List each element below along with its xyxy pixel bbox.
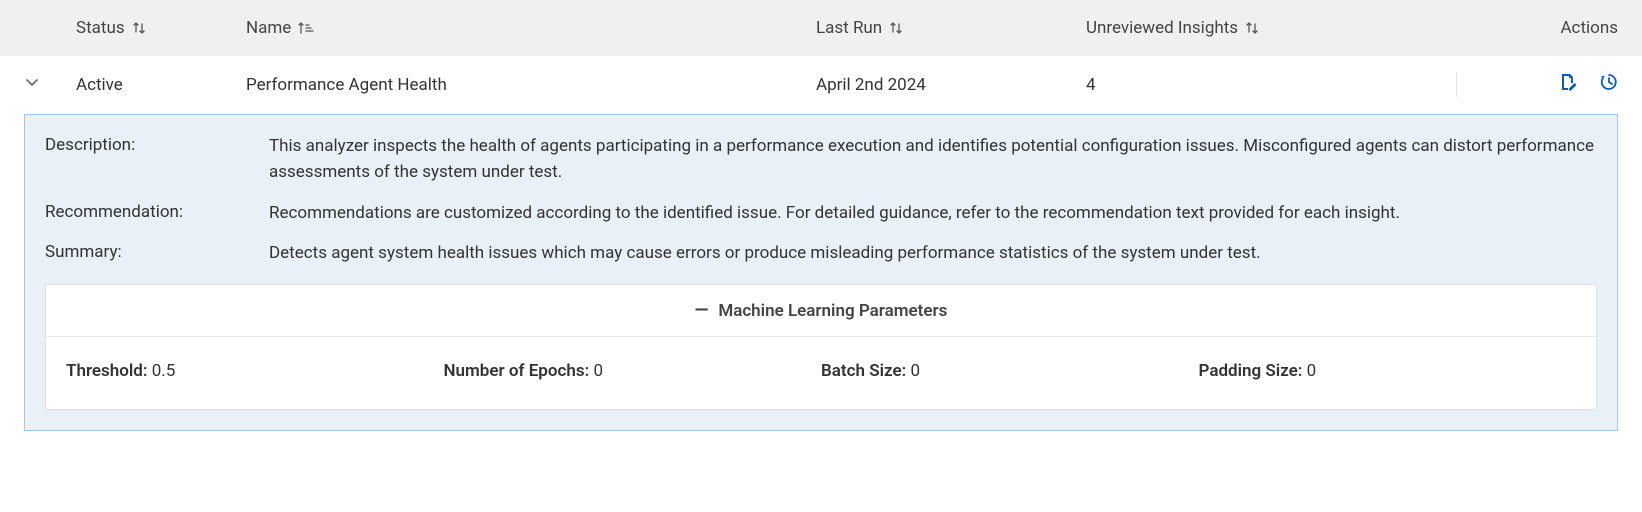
- table-header-row: Status Name Last Run: [0, 0, 1642, 56]
- detail-summary-value: Detects agent system health issues which…: [269, 240, 1597, 266]
- column-header-status[interactable]: Status: [76, 18, 246, 38]
- detail-description-value: This analyzer inspects the health of age…: [269, 133, 1597, 186]
- column-header-last-run-label: Last Run: [816, 18, 882, 38]
- history-button[interactable]: [1598, 72, 1618, 97]
- edit-button[interactable]: [1558, 72, 1578, 97]
- ml-batch-label: Batch Size:: [821, 361, 906, 381]
- detail-summary-label: Summary:: [45, 240, 269, 262]
- ml-batch-value: 0: [910, 361, 920, 381]
- ml-epochs-label: Number of Epochs:: [444, 361, 590, 381]
- ml-param-epochs: Number of Epochs: 0: [444, 361, 822, 381]
- ml-epochs-value: 0: [593, 361, 603, 381]
- ml-padding-label: Padding Size:: [1199, 361, 1303, 381]
- cell-name: Performance Agent Health: [246, 75, 816, 95]
- sort-asc-icon: [297, 20, 315, 36]
- table-row: Active Performance Agent Health April 2n…: [0, 56, 1642, 114]
- ml-panel-title: Machine Learning Parameters: [718, 301, 947, 321]
- column-header-name[interactable]: Name: [246, 18, 816, 38]
- ml-param-padding: Padding Size: 0: [1199, 361, 1577, 381]
- history-icon: [1598, 72, 1618, 97]
- edit-document-icon: [1558, 72, 1578, 97]
- ml-padding-value: 0: [1307, 361, 1317, 381]
- detail-description-row: Description: This analyzer inspects the …: [45, 133, 1597, 186]
- actions-cell: [1456, 72, 1618, 97]
- detail-recommendation-row: Recommendation: Recommendations are cust…: [45, 200, 1597, 226]
- column-header-insights[interactable]: Unreviewed Insights: [1086, 18, 1456, 38]
- chevron-down-icon: [24, 74, 40, 95]
- detail-recommendation-label: Recommendation:: [45, 200, 269, 222]
- cell-insights: 4: [1086, 75, 1456, 95]
- ml-panel-body: Threshold: 0.5 Number of Epochs: 0 Batch…: [46, 337, 1596, 409]
- collapse-icon: —: [695, 300, 709, 321]
- ml-threshold-value: 0.5: [152, 361, 176, 381]
- column-header-name-label: Name: [246, 18, 291, 38]
- detail-recommendation-value: Recommendations are customized according…: [269, 200, 1597, 226]
- sort-updown-icon: [1244, 20, 1260, 36]
- expand-row-button[interactable]: [24, 74, 40, 95]
- sort-updown-icon: [888, 20, 904, 36]
- ml-param-batch: Batch Size: 0: [821, 361, 1199, 381]
- ml-panel-header[interactable]: — Machine Learning Parameters: [46, 285, 1596, 337]
- ml-param-threshold: Threshold: 0.5: [66, 361, 444, 381]
- column-header-status-label: Status: [76, 18, 125, 38]
- ml-parameters-panel: — Machine Learning Parameters Threshold:…: [45, 284, 1597, 410]
- column-header-last-run[interactable]: Last Run: [816, 18, 1086, 38]
- detail-summary-row: Summary: Detects agent system health iss…: [45, 240, 1597, 266]
- cell-status: Active: [76, 75, 246, 95]
- cell-last-run: April 2nd 2024: [816, 75, 1086, 95]
- analyzers-table: Status Name Last Run: [0, 0, 1642, 431]
- detail-description-label: Description:: [45, 133, 269, 155]
- ml-threshold-label: Threshold:: [66, 361, 148, 381]
- row-detail-panel: Description: This analyzer inspects the …: [24, 114, 1618, 431]
- column-header-insights-label: Unreviewed Insights: [1086, 18, 1238, 38]
- column-header-actions-label: Actions: [1560, 18, 1618, 38]
- column-header-actions: Actions: [1456, 18, 1618, 38]
- sort-updown-icon: [131, 20, 147, 36]
